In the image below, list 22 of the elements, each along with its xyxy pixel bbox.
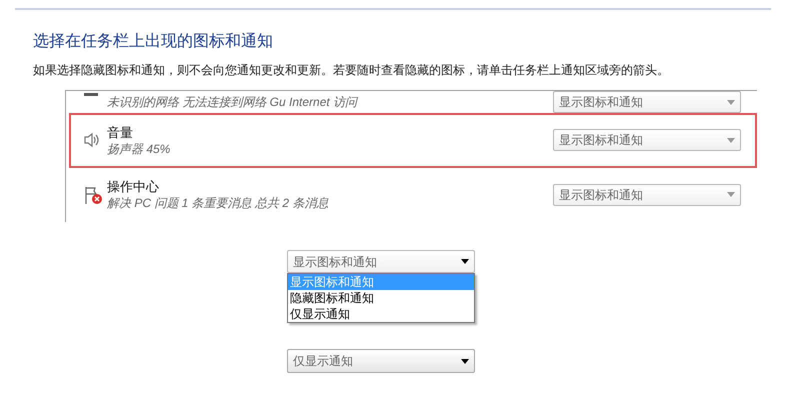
caret-icon — [461, 358, 469, 364]
caret-icon — [461, 259, 469, 264]
section-heading: 选择在任务栏上出现的图标和通知 — [33, 32, 274, 52]
behavior-dropdown[interactable]: 显示图标和通知 — [553, 184, 741, 206]
behavior-dropdown[interactable]: 仅显示通知 — [287, 349, 475, 373]
item-status: 解决 PC 问题 1 条重要消息 总共 2 条消息 — [107, 195, 330, 212]
behavior-dropdown[interactable]: 显示图标和通知 — [553, 91, 741, 113]
flag-error-icon — [83, 184, 103, 205]
item-status: 未识别的网络 无法连接到网络 Gu Internet 访问 — [107, 94, 359, 110]
dropdown-option[interactable]: 显示图标和通知 — [288, 274, 474, 290]
item-name: 音量 — [107, 124, 134, 141]
caret-icon — [727, 100, 735, 104]
dropdown-option[interactable]: 仅显示通知 — [288, 306, 474, 322]
behavior-dropdown[interactable]: 显示图标和通知 — [287, 250, 475, 273]
behavior-dropdown[interactable]: 显示图标和通知 — [553, 129, 741, 152]
item-status: 扬声器 45% — [107, 140, 172, 157]
dropdown-option[interactable]: 隐藏图标和通知 — [288, 290, 474, 306]
caret-icon — [727, 138, 735, 143]
caret-icon — [727, 192, 735, 198]
description-text: 如果选择隐藏图标和通知，则不会向您通知更改和更新。若要随时查看隐藏的图标，请单击任务栏上通知区域旁的箭头。 — [33, 62, 670, 78]
speaker-icon — [83, 132, 101, 148]
item-name: 操作中心 — [107, 178, 160, 196]
